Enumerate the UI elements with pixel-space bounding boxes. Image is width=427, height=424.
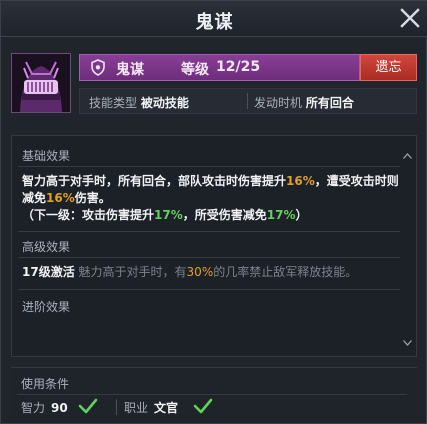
- advanced-text: 魅力高于对手时，有: [78, 265, 187, 279]
- usage-conditions: 使用条件 智力 90 职业 文官: [11, 367, 417, 421]
- effects-panel[interactable]: 基础效果 智力高于对手时，所有回合，部队攻击时伤害提升16%，遭受攻击时则 减免…: [11, 135, 417, 357]
- basic-effect-line-1: 智力高于对手时，所有回合，部队攻击时伤害提升16%，遭受攻击时则: [22, 173, 399, 190]
- trigger-label: 发动时机: [254, 96, 303, 110]
- divider: [247, 93, 248, 109]
- divider: [18, 231, 400, 232]
- trigger-timing: 发动时机 所有回合: [254, 94, 354, 111]
- level-value: 12/25: [216, 59, 261, 75]
- damage-increase-pct: 16%: [286, 174, 315, 188]
- forbid-skill-pct: 30%: [186, 265, 214, 279]
- forget-button[interactable]: 遗忘: [360, 54, 417, 81]
- next-level-text: （下一级：攻击伤害提升: [22, 208, 155, 222]
- shield-icon: [90, 59, 106, 80]
- skill-type-value: 被动技能: [140, 96, 189, 110]
- close-icon[interactable]: [398, 6, 422, 30]
- divider: [17, 394, 407, 395]
- basic-text: 智力高于对手时，所有回合，部队攻击时伤害提升: [22, 174, 287, 188]
- profession-value: 文官: [154, 401, 179, 415]
- skill-name: 鬼谋: [116, 62, 144, 78]
- advanced-text: 的几率禁止敌军释放技能。: [213, 265, 358, 279]
- skill-portrait-icon: [11, 53, 71, 113]
- advanced-effect-line: 17级激活 魅力高于对手时，有30%的几率禁止敌军释放技能。: [22, 264, 357, 281]
- basic-text: 减免: [22, 191, 47, 205]
- window-title: 鬼谋: [195, 12, 234, 33]
- basic-text: ，遭受攻击时则: [314, 174, 399, 188]
- scroll-up-icon[interactable]: [403, 144, 412, 163]
- damage-reduce-pct: 16%: [46, 191, 75, 205]
- next-damage-increase-pct: 17%: [154, 208, 183, 222]
- basic-text: 伤害。: [74, 191, 111, 205]
- profession-label: 职业: [124, 401, 149, 415]
- divider: [18, 166, 400, 167]
- trigger-value: 所有回合: [305, 96, 354, 110]
- level-label: 等级: [181, 62, 209, 78]
- evolve-effect-title: 进阶效果: [22, 300, 71, 314]
- check-icon: [78, 397, 98, 419]
- skill-info-row: 技能类型 被动技能 发动时机 所有回合: [79, 88, 417, 114]
- skill-detail-panel: 鬼谋 鬼谋 等级 12/25 遗忘 技能类型 被动技能 发动时机 所有回合 基础…: [0, 0, 427, 424]
- divider: [18, 257, 400, 258]
- intellect-value: 90: [51, 401, 68, 415]
- check-icon: [193, 397, 213, 419]
- skill-header-bar: 鬼谋 等级 12/25: [79, 54, 360, 81]
- divider: [18, 289, 400, 290]
- profession-requirement: 职业 文官: [124, 399, 178, 416]
- intellect-label: 智力: [21, 401, 46, 415]
- basic-effect-title: 基础效果: [22, 149, 71, 163]
- activation-level: 17级激活: [22, 265, 75, 279]
- title-bar: 鬼谋: [1, 1, 427, 37]
- next-level-text: ，所受伤害减免: [182, 208, 267, 222]
- skill-type: 技能类型 被动技能: [89, 94, 189, 111]
- intellect-requirement: 智力 90: [21, 399, 68, 416]
- scroll-down-icon[interactable]: [403, 331, 412, 350]
- next-damage-reduce-pct: 17%: [266, 208, 296, 222]
- next-level-line: （下一级：攻击伤害提升17%，所受伤害减免17%）: [22, 207, 308, 224]
- next-level-text: ）: [295, 208, 308, 222]
- advanced-effect-title: 高级效果: [22, 240, 71, 254]
- conditions-title: 使用条件: [21, 377, 70, 391]
- divider: [116, 399, 117, 415]
- skill-type-label: 技能类型: [89, 96, 138, 110]
- basic-effect-line-2: 减免16%伤害。: [22, 190, 111, 207]
